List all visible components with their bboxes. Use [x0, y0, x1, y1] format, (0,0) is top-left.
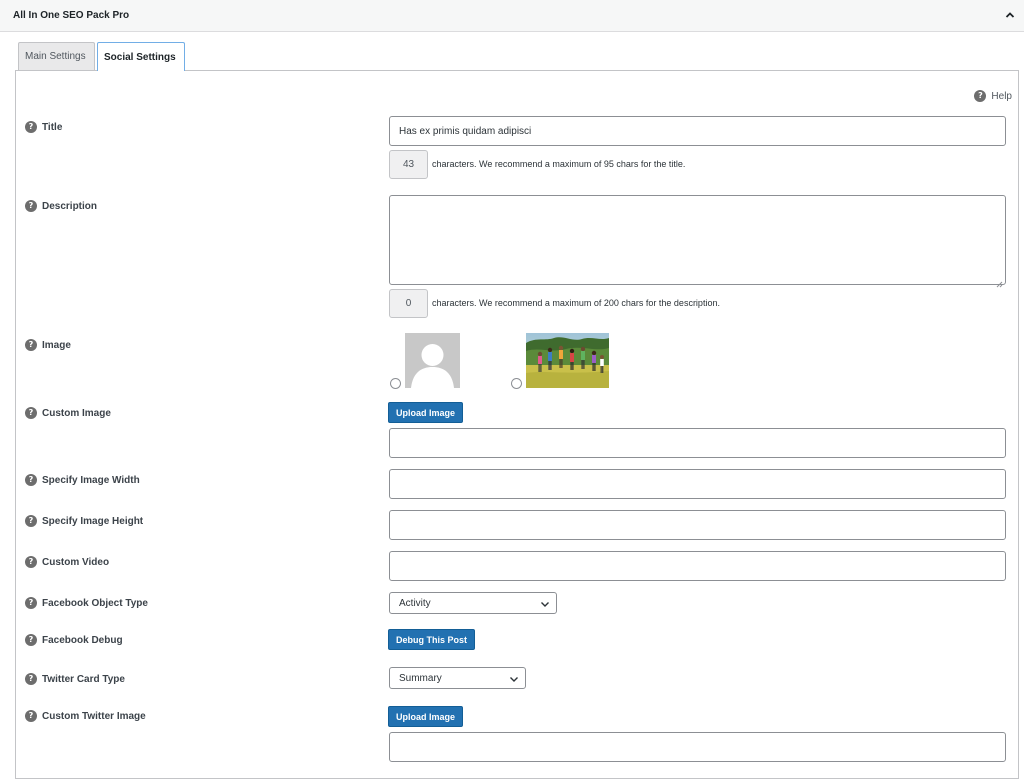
label-description: ? Description — [25, 200, 97, 212]
label-image-height: ? Specify Image Height — [25, 515, 143, 527]
facebook-object-type-select[interactable]: Activity — [389, 592, 557, 614]
label-facebook-object-type: ? Facebook Object Type — [25, 597, 148, 609]
description-textarea[interactable] — [389, 195, 1006, 288]
question-circle-icon[interactable]: ? — [25, 710, 37, 722]
default-avatar-image — [405, 333, 460, 388]
label-text: Facebook Debug — [42, 634, 123, 646]
tab-label: Social Settings — [104, 51, 176, 63]
label-image-width: ? Specify Image Width — [25, 474, 140, 486]
title-input[interactable]: Has ex primis quidam adipisci — [389, 116, 1006, 146]
tab-social-settings[interactable]: Social Settings — [97, 42, 185, 71]
question-circle-icon[interactable]: ? — [25, 515, 37, 527]
image-option-photo-radio[interactable] — [511, 378, 522, 389]
label-text: Custom Twitter Image — [42, 710, 146, 722]
question-circle-icon[interactable]: ? — [25, 556, 37, 568]
description-char-hint: characters. We recommend a maximum of 20… — [432, 298, 720, 308]
label-text: Twitter Card Type — [42, 673, 125, 685]
label-text: Description — [42, 200, 98, 212]
question-circle-icon[interactable]: ? — [25, 474, 37, 486]
image-option-default-radio[interactable] — [390, 378, 401, 389]
label-custom-video: ? Custom Video — [25, 556, 109, 568]
label-image: ? Image — [25, 339, 71, 351]
featured-photo-image — [526, 333, 609, 388]
image-height-input[interactable] — [389, 510, 1006, 540]
select-value: Activity — [399, 597, 431, 609]
question-circle-icon[interactable]: ? — [25, 121, 37, 133]
resize-grip-icon[interactable] — [996, 275, 1003, 288]
label-facebook-debug: ? Facebook Debug — [25, 634, 123, 646]
label-twitter-card-type: ? Twitter Card Type — [25, 673, 125, 685]
question-circle-icon[interactable]: ? — [25, 673, 37, 685]
label-text: Specify Image Width — [42, 474, 140, 486]
chevron-down-icon — [540, 599, 550, 609]
question-circle-icon[interactable]: ? — [25, 339, 37, 351]
label-text: Custom Image — [42, 407, 111, 419]
label-text: Facebook Object Type — [42, 597, 148, 609]
upload-image-button[interactable]: Upload Image — [388, 402, 464, 423]
label-text: Custom Video — [42, 556, 110, 568]
description-char-count: 0 — [389, 289, 428, 318]
label-text: Specify Image Height — [42, 515, 144, 527]
metabox-title: All In One SEO Pack Pro — [13, 10, 130, 21]
title-char-count: 43 — [389, 150, 428, 179]
twitter-card-type-select[interactable]: Summary — [389, 667, 526, 689]
label-text: Title — [42, 121, 63, 133]
chevron-up-icon[interactable] — [1000, 5, 1020, 25]
help-label: Help — [991, 90, 1012, 102]
custom-image-input[interactable] — [389, 428, 1006, 458]
help-link[interactable]: ? Help — [974, 90, 1012, 102]
upload-twitter-image-button[interactable]: Upload Image — [388, 706, 464, 727]
image-width-input[interactable] — [389, 469, 1006, 499]
tab-label: Main Settings — [25, 51, 86, 62]
debug-this-post-button[interactable]: Debug This Post — [388, 629, 476, 650]
title-value: Has ex primis quidam adipisci — [399, 125, 532, 137]
metabox-header: All In One SEO Pack Pro — [0, 0, 1024, 32]
custom-video-input[interactable] — [389, 551, 1006, 581]
question-circle-icon[interactable]: ? — [25, 634, 37, 646]
label-title: ? Title — [25, 121, 62, 133]
label-custom-image: ? Custom Image — [25, 407, 111, 419]
question-circle-icon: ? — [974, 90, 987, 102]
question-circle-icon[interactable]: ? — [25, 597, 37, 609]
label-text: Image — [42, 339, 71, 351]
custom-twitter-image-input[interactable] — [389, 732, 1006, 762]
chevron-down-icon — [509, 674, 519, 684]
question-circle-icon[interactable]: ? — [25, 200, 37, 212]
question-circle-icon[interactable]: ? — [25, 407, 37, 419]
label-custom-twitter-image: ? Custom Twitter Image — [25, 710, 146, 722]
tab-main-settings[interactable]: Main Settings — [18, 42, 95, 70]
title-char-hint: characters. We recommend a maximum of 95… — [432, 159, 686, 169]
select-value: Summary — [399, 672, 442, 684]
